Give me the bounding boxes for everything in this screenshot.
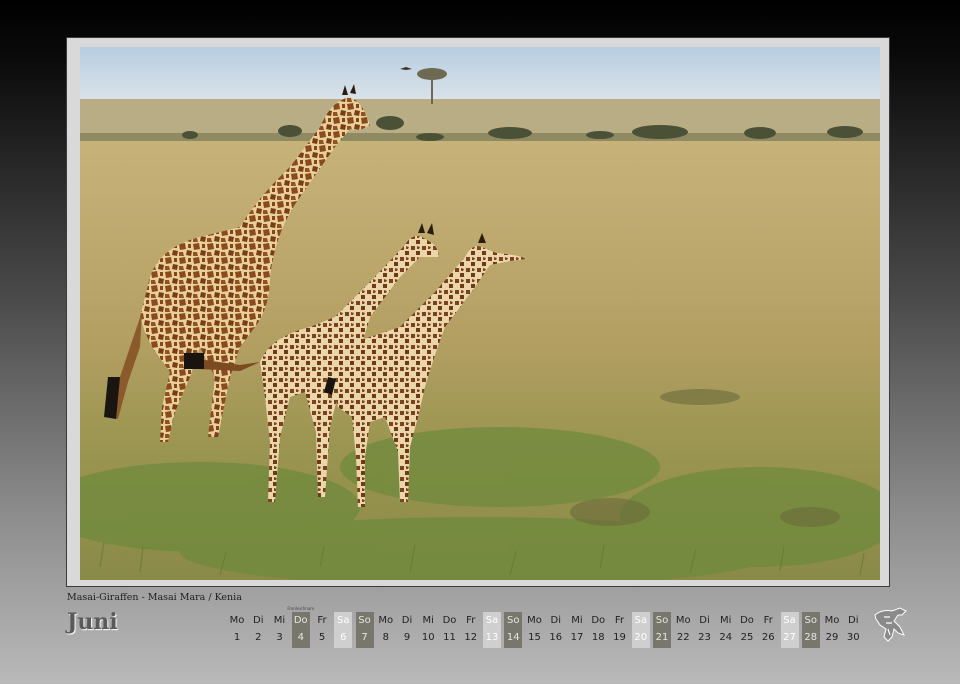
day-name: Di <box>848 615 859 626</box>
day-name: So <box>358 615 371 626</box>
day-number: 21 <box>655 632 669 643</box>
calendar-day-11: Do 11 <box>441 612 459 648</box>
day-name: Sa <box>337 615 350 626</box>
day-name: Sa <box>634 615 647 626</box>
day-number: 27 <box>783 632 796 643</box>
calendar-day-25: Do 25 <box>738 612 756 648</box>
day-name: So <box>507 615 520 626</box>
day-name: Di <box>550 615 561 626</box>
day-name: Mo <box>378 615 394 626</box>
day-number: 23 <box>698 632 711 643</box>
day-number: 17 <box>570 632 584 643</box>
day-number: 13 <box>485 632 499 643</box>
calendar-day-10: Mi 10 <box>419 612 437 648</box>
calendar-strip: Mo 1 Di 2 Mi 3 Do 4 Fronleichnam Fr 5 Sa 6 So 7 Mo 8 Di 9 M… <box>228 606 866 648</box>
day-number: 14 <box>506 632 520 643</box>
day-number: 20 <box>634 632 648 643</box>
calendar-day-2: Di 2 <box>249 612 267 648</box>
day-number: 1 <box>233 632 241 643</box>
day-name: Do <box>442 615 457 626</box>
day-name: Di <box>699 615 710 626</box>
day-number: 2 <box>255 632 262 643</box>
day-name: Mi <box>422 615 434 626</box>
calendar-day-1: Mo 1 <box>228 612 246 648</box>
day-name: Sa <box>485 615 499 626</box>
day-number: 9 <box>403 632 411 643</box>
calendar-day-7: So 7 <box>355 612 374 648</box>
calendar-day-29: Mo 29 <box>823 612 841 648</box>
day-name: Mo <box>229 615 245 626</box>
month-title: Juni <box>67 609 118 635</box>
day-number: 12 <box>464 632 478 643</box>
day-number: 15 <box>528 632 541 643</box>
calendar-day-27: Sa 27 <box>780 612 799 648</box>
calendar-day-18: Do 18 <box>589 612 607 648</box>
day-number: 24 <box>719 632 733 643</box>
calendar-day-8: Mo 8 <box>377 612 395 648</box>
calendar-day-9: Di 9 <box>398 612 416 648</box>
calendar-day-16: Di 16 <box>547 612 565 648</box>
calendar-day-17: Mi 17 <box>568 612 586 648</box>
day-number: 19 <box>613 632 626 643</box>
calendar-day-28: So 28 <box>801 612 820 648</box>
day-name: Mo <box>527 615 542 626</box>
day-name: Fr <box>317 615 327 626</box>
calendar-day-30: Di 30 <box>844 612 862 648</box>
calendar-day-13: Sa 13 <box>483 612 501 648</box>
day-number: 25 <box>740 632 754 643</box>
day-number: 16 <box>549 632 563 643</box>
calendar-day-4: Do 4 Fronleichnam <box>287 606 314 648</box>
giraffe-photo <box>80 47 880 580</box>
day-name: Mi <box>571 615 583 626</box>
day-name: Do <box>293 615 308 626</box>
calendar-day-24: Mi 24 <box>717 612 735 648</box>
day-name: Do <box>591 615 606 626</box>
day-name: Fr <box>763 615 773 626</box>
day-number: 30 <box>846 632 860 643</box>
day-name: Mi <box>273 615 286 626</box>
day-number: 22 <box>676 632 690 643</box>
day-name: Fr <box>614 615 625 626</box>
calendar-day-12: Fr 12 <box>462 612 480 648</box>
calendar-day-23: Di 23 <box>696 612 714 648</box>
day-number: 28 <box>804 632 818 643</box>
photo-frame <box>66 37 890 587</box>
calendar-day-19: Fr 19 <box>611 612 629 648</box>
day-name: Mo <box>824 615 840 626</box>
day-number: 7 <box>361 632 368 643</box>
day-number: 3 <box>276 632 283 643</box>
day-number: 10 <box>421 632 435 643</box>
calendar-day-5: Fr 5 <box>313 612 331 648</box>
calendar-day-21: So 21 <box>653 612 671 648</box>
calendar-day-26: Fr 26 <box>759 612 777 648</box>
day-number: 6 <box>340 632 347 643</box>
giraffe-logo-icon <box>870 605 910 645</box>
day-name: Mi <box>720 615 732 626</box>
calendar-day-22: Mo 22 <box>674 612 692 648</box>
day-name: Fr <box>466 615 476 626</box>
day-number: 5 <box>318 632 326 643</box>
day-number: 26 <box>761 632 775 643</box>
day-name: Di <box>253 615 264 626</box>
day-number: 4 <box>297 632 304 643</box>
calendar-day-14: So 14 <box>504 612 523 648</box>
day-number: 29 <box>825 632 839 643</box>
photo-caption: Masai-Giraffen - Masai Mara / Kenia <box>67 592 242 603</box>
calendar-day-6: Sa 6 <box>334 612 353 648</box>
day-name: Di <box>401 615 413 626</box>
day-name: Sa <box>783 615 796 626</box>
holiday-note: Fronleichnam <box>287 606 315 611</box>
day-number: 18 <box>591 632 605 643</box>
calendar-day-15: Mo 15 <box>526 612 544 648</box>
day-name: So <box>804 615 817 626</box>
calendar-day-20: Sa 20 <box>631 612 650 648</box>
day-name: Mo <box>675 615 691 626</box>
day-number: 11 <box>443 632 456 643</box>
day-name: So <box>655 615 669 626</box>
calendar-day-3: Mi 3 <box>271 612 289 648</box>
day-name: Do <box>740 615 754 626</box>
day-number: 8 <box>382 632 389 643</box>
